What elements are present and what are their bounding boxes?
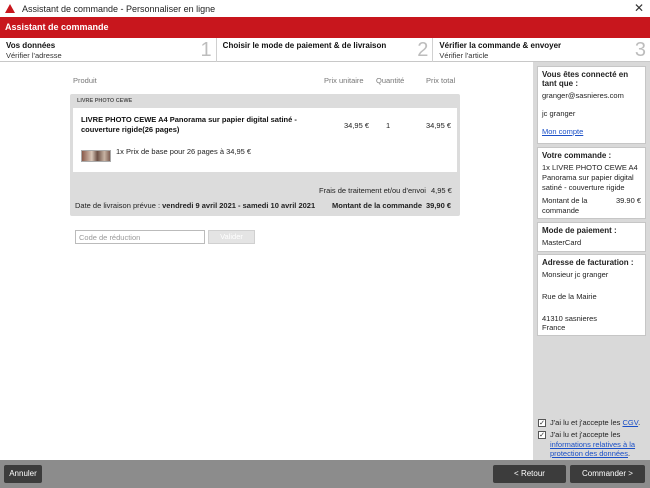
shipping-label: Frais de traitement et/ou d'envoi — [319, 186, 426, 195]
window-titlebar: Assistant de commande - Personnaliser en… — [0, 0, 650, 17]
order-summary-line: 1x LIVRE PHOTO CEWE A4 Panorama sur papi… — [542, 163, 638, 192]
step-1[interactable]: Vos données Vérifier l'adresse 1 — [0, 38, 217, 62]
order-total-label: Montant de la commande — [332, 201, 423, 210]
login-title: Vous êtes connecté en tant que : — [542, 70, 629, 88]
item-quantity: 1 — [386, 121, 391, 130]
column-header-total: Prix total — [426, 76, 456, 85]
billing-country: France — [542, 323, 566, 332]
billing-address-box: Adresse de facturation : Monsieur jc gra… — [537, 254, 646, 336]
step-number: 1 — [200, 39, 212, 61]
cgv-prefix: J'ai lu et j'accepte les — [550, 418, 623, 427]
billing-title: Adresse de facturation : — [542, 258, 634, 267]
step-number: 3 — [634, 39, 647, 61]
step-title: Choisir le mode de paiement & de livrais… — [222, 41, 387, 50]
billing-city: 41310 sasnieres — [542, 314, 598, 323]
privacy-checkbox-row[interactable]: ✓ J'ai lu et j'accepte les informations … — [538, 430, 646, 459]
cgv-suffix: . — [638, 418, 641, 427]
item-unit-price: 34,95 € — [344, 121, 370, 130]
shipping-value: 4,95 € — [431, 186, 452, 195]
payment-title: Mode de paiement : — [542, 226, 617, 235]
billing-name: Monsieur jc granger — [542, 270, 609, 279]
order-summary-title: Votre commande : — [542, 151, 612, 160]
column-header-quantity: Quantité — [376, 76, 405, 85]
order-summary-total-label: Montant de la commande — [542, 196, 588, 215]
cgv-checkbox-row[interactable]: ✓ J'ai lu et j'accepte les CGV. — [538, 418, 646, 427]
payment-box: Mode de paiement : MasterCard — [537, 222, 646, 252]
discount-code-input[interactable] — [75, 230, 205, 244]
order-button[interactable]: Commander > — [570, 465, 645, 483]
billing-street: Rue de la Mairie — [542, 292, 597, 301]
cgv-text: J'ai lu et j'accepte les CGV. — [550, 418, 640, 427]
window-title: Assistant de commande - Personnaliser en… — [22, 3, 216, 14]
section-label: LIVRE PHOTO CEWE — [77, 98, 133, 104]
column-header-unit-price: Prix unitaire — [324, 76, 364, 85]
sidebar: Vous êtes connecté en tant que : granger… — [533, 62, 650, 460]
item-total: 34,95 € — [426, 121, 452, 130]
product-thumbnail — [81, 150, 111, 162]
footer-bar: Annuler < Retour Commander > — [0, 460, 650, 488]
privacy-link[interactable]: informations relatives à la protection d… — [550, 440, 635, 459]
step-number: 2 — [417, 39, 429, 61]
privacy-suffix: . — [627, 449, 631, 458]
delivery-label: Date de livraison prévue : — [75, 201, 163, 210]
item-name: LIVRE PHOTO CEWE A4 Panorama sur papier … — [81, 115, 297, 134]
cgv-link[interactable]: CGV — [622, 418, 638, 427]
column-header-product: Produit — [73, 76, 97, 85]
order-item-card: LIVRE PHOTO CEWE LIVRE PHOTO CEWE A4 Pan… — [70, 94, 460, 216]
back-button[interactable]: < Retour — [493, 465, 566, 483]
login-box: Vous êtes connecté en tant que : granger… — [537, 66, 646, 144]
login-email: granger@sasnieres.com — [542, 91, 624, 100]
item-price-detail: 1x Prix de base pour 26 pages à 34,95 € — [116, 147, 252, 156]
order-summary-box: Votre commande : 1x LIVRE PHOTO CEWE A4 … — [537, 147, 646, 219]
close-icon[interactable]: ✕ — [632, 1, 646, 15]
cancel-button[interactable]: Annuler — [4, 465, 42, 483]
checkbox-checked-icon[interactable]: ✓ — [538, 431, 546, 439]
delivery-value: vendredi 9 avril 2021 - samedi 10 avril … — [162, 201, 316, 210]
page-header: Assistant de commande — [0, 17, 650, 38]
app-logo-icon — [4, 3, 16, 15]
payment-method: MasterCard — [542, 238, 582, 247]
step-3[interactable]: Vérifier la commande & envoyer Vérifier … — [433, 38, 650, 62]
step-subtitle: Vérifier l'adresse — [6, 51, 62, 60]
login-name: jc granger — [542, 109, 576, 118]
step-title: Vérifier la commande & envoyer — [439, 41, 562, 50]
step-title: Vos données — [6, 41, 56, 50]
item-row: LIVRE PHOTO CEWE A4 Panorama sur papier … — [73, 108, 457, 172]
my-account-link[interactable]: Mon compte — [542, 127, 641, 136]
delivery-date: Date de livraison prévue : vendredi 9 av… — [75, 201, 315, 210]
step-subtitle: Vérifier l'article — [439, 51, 489, 60]
privacy-prefix: J'ai lu et j'accepte les — [550, 430, 621, 439]
steps-bar: Vos données Vérifier l'adresse 1 Choisir… — [0, 38, 650, 62]
step-2[interactable]: Choisir le mode de paiement & de livrais… — [217, 38, 434, 62]
order-summary-total-value: 39.90 € — [615, 196, 641, 205]
validate-discount-button[interactable]: Valider — [208, 230, 255, 244]
checkbox-checked-icon[interactable]: ✓ — [538, 419, 546, 427]
order-total-value: 39,90 € — [426, 201, 452, 210]
privacy-text: J'ai lu et j'accepte les informations re… — [550, 430, 646, 459]
